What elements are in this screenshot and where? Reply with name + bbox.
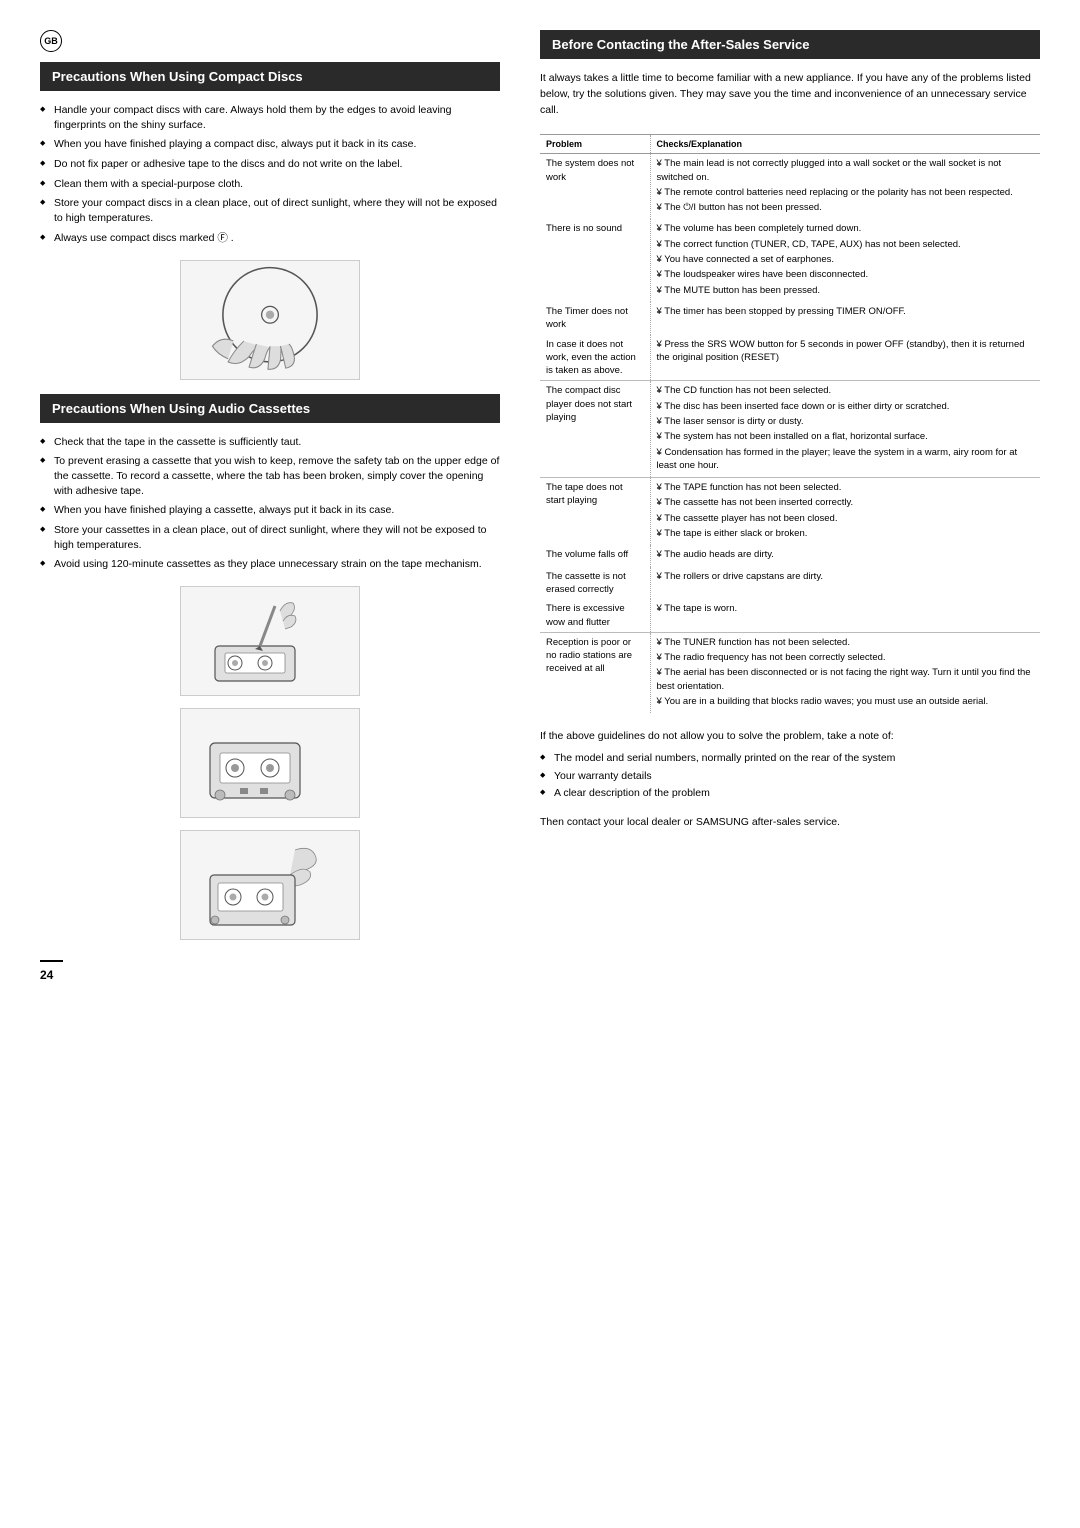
checks-cell: The audio heads are dirty. [650,545,1040,566]
list-item: When you have finished playing a compact… [40,137,500,152]
table-row: The volume falls off The audio heads are… [540,545,1040,566]
table-row: In case it does not work, even the actio… [540,335,1040,381]
list-item: Check that the tape in the cassette is s… [40,435,500,450]
check-item: Press the SRS WOW button for 5 seconds i… [657,338,1035,365]
table-row: The Timer does not work The timer has be… [540,302,1040,335]
list-item: Your warranty details [540,769,1040,784]
check-item: The audio heads are dirty. [657,548,1035,561]
check-item: The CD function has not been selected. [657,384,1035,397]
disc-svg [181,261,359,379]
check-item: The MUTE button has been pressed. [657,284,1035,297]
list-item: Clean them with a special-purpose cloth. [40,177,500,192]
check-item: You are in a building that blocks radio … [657,695,1035,708]
table-row: The system does not work The main lead i… [540,154,1040,220]
section2-header: Precautions When Using Audio Cassettes [40,394,500,423]
cassette-images [40,586,500,940]
list-item: Always use compact discs marked Ⓕ . [40,231,500,246]
check-item: The tape is either slack or broken. [657,527,1035,540]
check-item: Condensation has formed in the player; l… [657,446,1035,473]
check-item: The volume has been completely turned do… [657,222,1035,235]
intro-text: It always takes a little time to become … [540,71,1040,118]
check-item: The cassette has not been inserted corre… [657,496,1035,509]
page-number: 24 [40,960,63,982]
section1-bullets: Handle your compact discs with care. Alw… [40,103,500,246]
page-layout: GB Precautions When Using Compact Discs … [40,30,1040,982]
problem-cell: There is excessive wow and flutter [540,599,650,632]
problem-cell: The tape does not start playing [540,478,650,546]
check-item: The TUNER function has not been selected… [657,636,1035,649]
list-item: Handle your compact discs with care. Alw… [40,103,500,132]
table-row: There is no sound The volume has been co… [540,219,1040,301]
check-item: The disc has been inserted face down or … [657,400,1035,413]
problem-cell: The compact disc player does not start p… [540,381,650,478]
table-row: The tape does not start playing The TAPE… [540,478,1040,546]
col-problem-header: Problem [540,135,650,154]
list-item: When you have finished playing a cassett… [40,503,500,518]
section1-header: Precautions When Using Compact Discs [40,62,500,91]
list-item: Store your compact discs in a clean plac… [40,196,500,225]
check-item: The tape is worn. [657,602,1035,615]
checks-cell: The TUNER function has not been selected… [650,632,1040,713]
problem-cell: The volume falls off [540,545,650,566]
check-item: The timer has been stopped by pressing T… [657,305,1035,318]
check-item: The radio frequency has not been correct… [657,651,1035,664]
bottom-footer: Then contact your local dealer or SAMSUN… [540,815,1040,831]
right-column: Before Contacting the After-Sales Servic… [540,30,1040,982]
list-item: Avoid using 120-minute cassettes as they… [40,557,500,572]
checks-cell: Press the SRS WOW button for 5 seconds i… [650,335,1040,381]
col-checks-header: Checks/Explanation [650,135,1040,154]
problem-cell: The cassette is not erased correctly [540,567,650,600]
check-item: The TAPE function has not been selected. [657,481,1035,494]
list-item: Do not fix paper or adhesive tape to the… [40,157,500,172]
checks-cell: The TAPE function has not been selected.… [650,478,1040,546]
check-item: The ⏻/I button has not been pressed. [657,201,1035,214]
bottom-notes: If the above guidelines do not allow you… [540,729,1040,831]
list-item: Store your cassettes in a clean place, o… [40,523,500,552]
checks-cell: The rollers or drive capstans are dirty. [650,567,1040,600]
table-row: The compact disc player does not start p… [540,381,1040,478]
cassette-svg-3 [185,830,355,940]
check-item: The loudspeaker wires have been disconne… [657,268,1035,281]
problem-cell: In case it does not work, even the actio… [540,335,650,381]
disc-illustration [180,260,360,380]
troubleshoot-table: Problem Checks/Explanation The system do… [540,134,1040,713]
right-section-header: Before Contacting the After-Sales Servic… [540,30,1040,59]
gb-badge: GB [40,30,62,52]
bottom-bullets: The model and serial numbers, normally p… [540,751,1040,801]
check-item: The aerial has been disconnected or is n… [657,666,1035,693]
check-item: The remote control batteries need replac… [657,186,1035,199]
check-item: The laser sensor is dirty or dusty. [657,415,1035,428]
list-item: The model and serial numbers, normally p… [540,751,1040,766]
problem-cell: The Timer does not work [540,302,650,335]
table-row: The cassette is not erased correctly The… [540,567,1040,600]
check-item: The rollers or drive capstans are dirty. [657,570,1035,583]
left-column: GB Precautions When Using Compact Discs … [40,30,500,982]
table-row: Reception is poor or no radio stations a… [540,632,1040,713]
check-item: You have connected a set of earphones. [657,253,1035,266]
checks-cell: The main lead is not correctly plugged i… [650,154,1040,220]
cassette-illustration-1 [180,586,360,696]
section2-bullets: Check that the tape in the cassette is s… [40,435,500,573]
checks-cell: The tape is worn. [650,599,1040,632]
list-item: A clear description of the problem [540,786,1040,801]
check-item: The system has not been installed on a f… [657,430,1035,443]
cassette-svg-2 [185,713,355,813]
problem-cell: The system does not work [540,154,650,220]
check-item: The cassette player has not been closed. [657,512,1035,525]
checks-cell: The CD function has not been selected. T… [650,381,1040,478]
problem-cell: Reception is poor or no radio stations a… [540,632,650,713]
checks-cell: The timer has been stopped by pressing T… [650,302,1040,335]
cassette-illustration-2 [180,708,360,818]
problem-cell: There is no sound [540,219,650,301]
cassette-illustration-3 [180,830,360,940]
bottom-intro: If the above guidelines do not allow you… [540,729,1040,745]
table-row: There is excessive wow and flutter The t… [540,599,1040,632]
checks-cell: The volume has been completely turned do… [650,219,1040,301]
list-item: To prevent erasing a cassette that you w… [40,454,500,498]
cassette-svg-1 [185,591,355,691]
disc-image-area [40,260,500,380]
check-item: The correct function (TUNER, CD, TAPE, A… [657,238,1035,251]
check-item: The main lead is not correctly plugged i… [657,157,1035,184]
